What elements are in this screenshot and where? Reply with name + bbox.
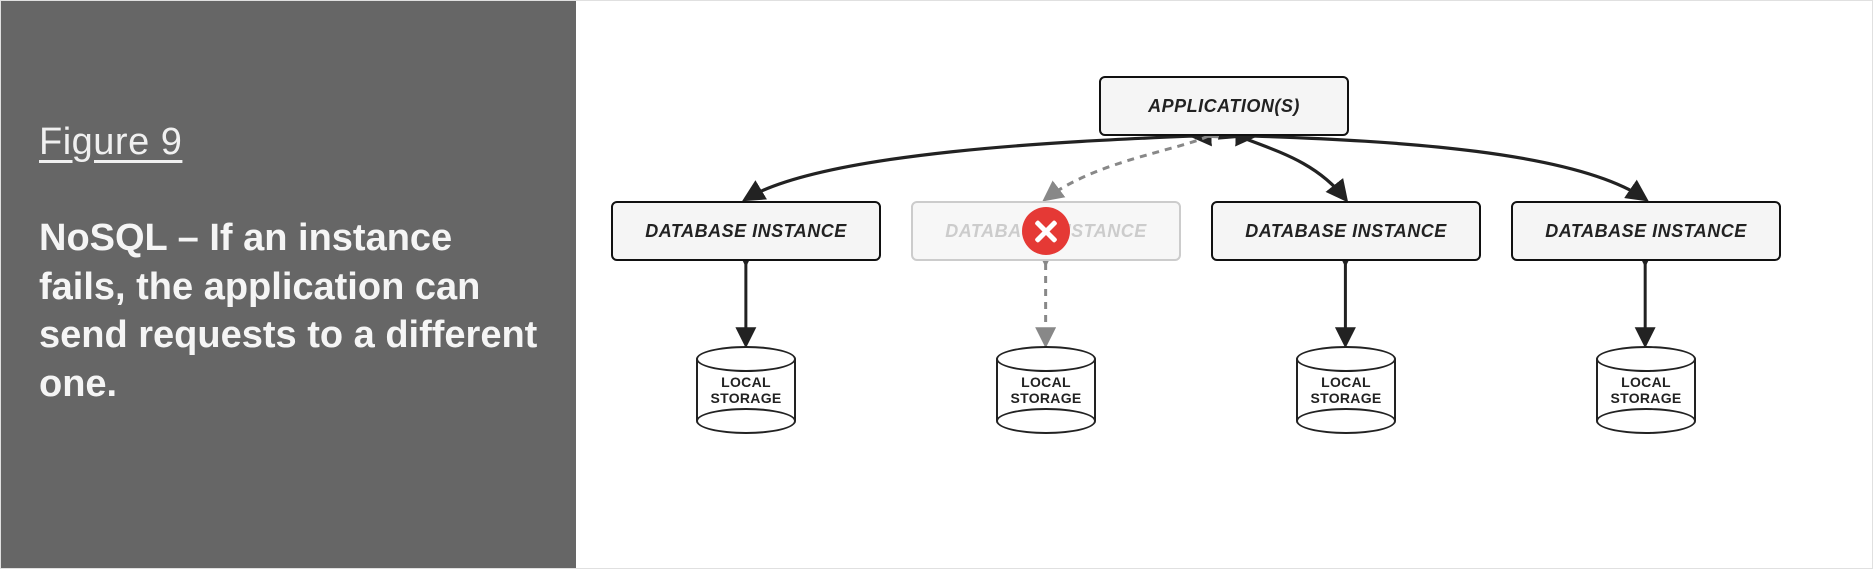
application-label: APPLICATION(S) — [1148, 96, 1300, 117]
diagram-canvas: APPLICATION(S) DATABASE INSTANCE DATABAS… — [576, 1, 1872, 568]
application-node: APPLICATION(S) — [1099, 76, 1349, 136]
db-instance-4: DATABASE INSTANCE — [1511, 201, 1781, 261]
figure-sidebar: Figure 9 NoSQL – If an instance fails, t… — [1, 1, 576, 568]
local-storage-1-label: LOCALSTORAGE — [696, 374, 796, 406]
db-instance-2-failed: DATABASE INSTANCE — [911, 201, 1181, 261]
local-storage-4: LOCALSTORAGE — [1596, 346, 1696, 434]
local-storage-4-label: LOCALSTORAGE — [1596, 374, 1696, 406]
local-storage-2: LOCALSTORAGE — [996, 346, 1096, 434]
local-storage-1: LOCALSTORAGE — [696, 346, 796, 434]
db-instance-1-label: DATABASE INSTANCE — [645, 221, 847, 242]
local-storage-3-label: LOCALSTORAGE — [1296, 374, 1396, 406]
figure-caption: NoSQL – If an instance fails, the applic… — [39, 214, 538, 409]
local-storage-2-label: LOCALSTORAGE — [996, 374, 1096, 406]
db-instance-3-label: DATABASE INSTANCE — [1245, 221, 1447, 242]
db-instance-4-label: DATABASE INSTANCE — [1545, 221, 1747, 242]
db-instance-3: DATABASE INSTANCE — [1211, 201, 1481, 261]
failure-icon — [1022, 207, 1070, 255]
local-storage-3: LOCALSTORAGE — [1296, 346, 1396, 434]
figure-number: Figure 9 — [39, 121, 538, 164]
db-instance-1: DATABASE INSTANCE — [611, 201, 881, 261]
